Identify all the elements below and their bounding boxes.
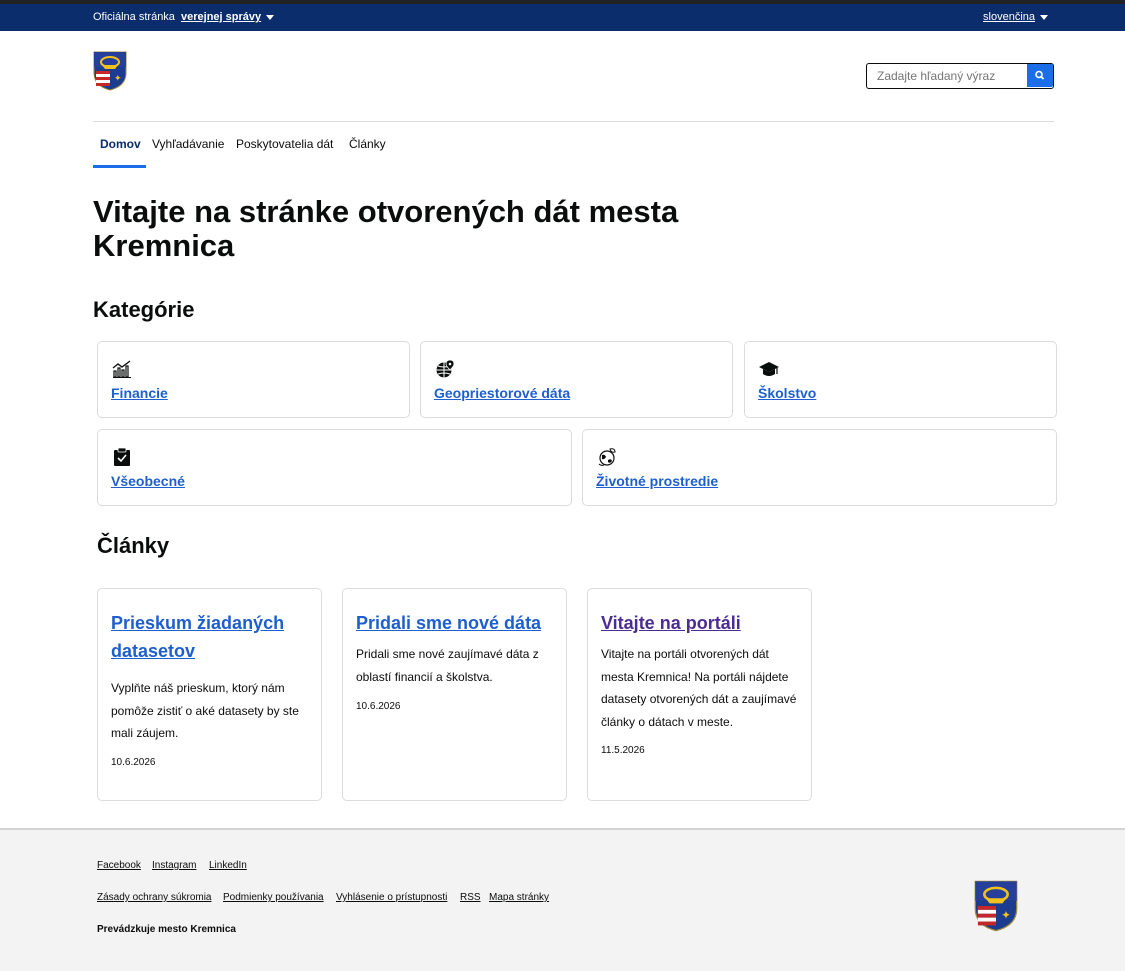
article-card: Pridali sme nové dáta Pridali sme nové z… bbox=[342, 588, 567, 801]
article-title-link[interactable]: Pridali sme nové dáta bbox=[356, 609, 556, 637]
search-icon[interactable] bbox=[1027, 64, 1053, 87]
article-date: 10.6.2026 bbox=[111, 757, 156, 768]
search-input[interactable] bbox=[867, 64, 1027, 87]
footer-link-instagram[interactable]: Instagram bbox=[152, 860, 196, 871]
category-link-environment[interactable]: Životné prostredie bbox=[596, 473, 718, 489]
language-selector[interactable]: slovenčina bbox=[983, 11, 1048, 23]
chevron-down-icon[interactable] bbox=[266, 14, 275, 20]
category-link-general[interactable]: Všeobecné bbox=[111, 473, 185, 489]
language-label[interactable]: slovenčina bbox=[983, 11, 1035, 23]
search-button[interactable] bbox=[1027, 64, 1053, 87]
main-content: Vitajte na stránke otvorených dát mesta … bbox=[0, 170, 1125, 828]
category-card-general[interactable]: Všeobecné bbox=[97, 429, 572, 506]
article-date: 11.5.2026 bbox=[601, 745, 645, 756]
coat-of-arms-logo[interactable]: ✦ bbox=[93, 51, 127, 91]
site-header: ✦ Domov Vyhľadávanie Poskytovatelia dát … bbox=[0, 31, 1125, 170]
footer-link-linkedin[interactable]: LinkedIn bbox=[209, 860, 247, 871]
page-title: Vitajte na stránke otvorených dát mesta … bbox=[93, 194, 679, 263]
footer-link-sitemap[interactable]: Mapa stránky bbox=[489, 892, 549, 903]
header-divider bbox=[93, 121, 1054, 122]
graduation-cap-icon bbox=[759, 362, 779, 376]
nav-active-indicator bbox=[93, 165, 146, 168]
eco-globe-icon bbox=[598, 448, 616, 466]
category-link-education[interactable]: Školstvo bbox=[758, 385, 816, 401]
article-title-link[interactable]: Vitajte na portáli bbox=[601, 609, 801, 637]
svg-text:✦: ✦ bbox=[114, 74, 122, 84]
article-summary: Vyplňte náš prieskum, ktorý nám pomôže z… bbox=[111, 681, 299, 740]
categories-heading: Kategórie bbox=[93, 297, 195, 322]
site-footer: Facebook Instagram LinkedIn Zásady ochra… bbox=[0, 828, 1125, 971]
nav-item-articles[interactable]: Články bbox=[349, 137, 386, 151]
article-summary: Pridali sme nové zaujímavé dáta z oblast… bbox=[356, 647, 539, 684]
articles-heading: Články bbox=[97, 533, 170, 558]
nav-item-home[interactable]: Domov bbox=[100, 137, 141, 151]
chevron-down-icon[interactable] bbox=[1040, 14, 1048, 20]
article-date: 10.6.2026 bbox=[356, 701, 401, 712]
nav-item-data-providers[interactable]: Poskytovatelia dát bbox=[236, 137, 333, 151]
category-link-finance[interactable]: Financie bbox=[111, 385, 168, 401]
svg-text:✦: ✦ bbox=[1001, 908, 1011, 922]
official-site-prefix: Oficiálna stránka bbox=[93, 11, 175, 23]
article-card: Prieskum žiadaných datasetov Vyplňte náš… bbox=[97, 588, 322, 801]
finance-chart-icon bbox=[112, 360, 131, 378]
article-card: Vitajte na portáli Vitajte na portáli ot… bbox=[587, 588, 812, 801]
globe-pin-icon bbox=[436, 359, 455, 378]
footer-link-accessibility[interactable]: Vyhlásenie o prístupnosti bbox=[336, 892, 447, 903]
footer-link-privacy[interactable]: Zásady ochrany súkromia bbox=[97, 892, 212, 903]
category-card-environment[interactable]: Životné prostredie bbox=[582, 429, 1057, 506]
category-card-geospatial[interactable]: Geopriestorové dáta bbox=[420, 341, 733, 418]
coat-of-arms-logo: ✦ bbox=[974, 880, 1018, 932]
article-title-link[interactable]: Prieskum žiadaných datasetov bbox=[111, 609, 311, 665]
footer-link-facebook[interactable]: Facebook bbox=[97, 860, 141, 871]
article-summary: Vitajte na portáli otvorených dát mesta … bbox=[601, 647, 797, 729]
footer-link-terms[interactable]: Podmienky používania bbox=[223, 892, 324, 903]
category-card-finance[interactable]: Financie bbox=[97, 341, 410, 418]
footer-operator: Prevádzkuje mesto Kremnica bbox=[97, 924, 236, 935]
government-banner: Oficiálna stránka verejnej správy sloven… bbox=[0, 0, 1125, 31]
nav-item-search[interactable]: Vyhľadávanie bbox=[152, 137, 224, 151]
clipboard-check-icon bbox=[114, 447, 130, 466]
search-box bbox=[866, 63, 1054, 89]
category-link-geospatial[interactable]: Geopriestorové dáta bbox=[434, 385, 570, 401]
footer-link-rss[interactable]: RSS bbox=[460, 892, 481, 903]
category-card-education[interactable]: Školstvo bbox=[744, 341, 1057, 418]
official-site-notice: Oficiálna stránka verejnej správy bbox=[93, 11, 275, 23]
official-site-toggle[interactable]: verejnej správy bbox=[181, 11, 261, 23]
